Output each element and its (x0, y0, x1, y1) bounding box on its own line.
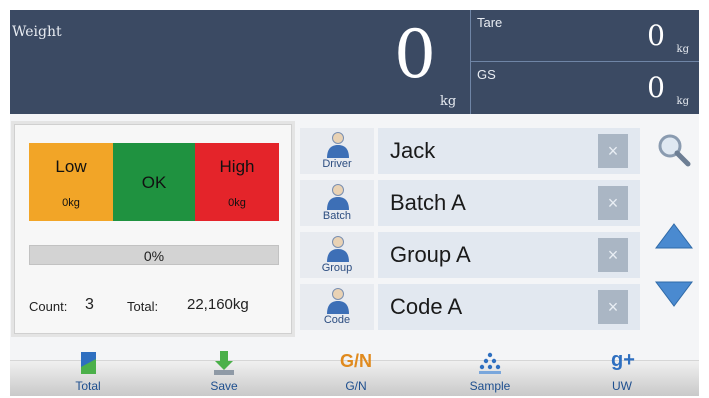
tare-display[interactable]: Tare 0 kg (470, 10, 699, 62)
scale-screen: Weight 0 kg Tare 0 kg GS 0 kg Low 0kg OK… (10, 10, 699, 396)
progress-bar: 0% (29, 245, 279, 265)
total-icon (81, 352, 96, 374)
driver-value: Jack (390, 138, 436, 163)
gs-unit: kg (676, 96, 689, 107)
gn-icon: G/N (339, 351, 372, 371)
clear-group-button[interactable]: × (598, 238, 628, 272)
ok-zone: OK (113, 143, 195, 221)
low-zone: Low 0kg (29, 143, 113, 221)
count-label: Count: (29, 299, 68, 314)
total-label: Total: (127, 299, 159, 314)
batch-row[interactable]: Batch Batch A × (300, 180, 652, 226)
gs-label: GS (477, 67, 496, 82)
weight-value: 0 (394, 16, 436, 93)
clear-driver-button[interactable]: × (598, 134, 628, 168)
total-button[interactable]: Total (48, 349, 128, 397)
code-value: Code A (390, 294, 463, 319)
batch-tag: Batch (322, 210, 352, 222)
uw-label: UW (612, 379, 632, 393)
save-icon (214, 351, 234, 375)
sample-icon (479, 352, 501, 374)
total-label-btn: Total (75, 379, 101, 393)
gs-value: 0 (647, 71, 665, 104)
driver-tag: Driver (322, 158, 352, 170)
driver-button[interactable]: Driver (300, 128, 374, 174)
code-icon (327, 288, 349, 314)
driver-row[interactable]: Driver Jack × (300, 128, 652, 174)
uw-button[interactable]: g+ UW (582, 349, 662, 397)
low-label: Low (55, 157, 87, 176)
sample-label: Sample (469, 379, 511, 393)
weight-label: Weight (12, 24, 62, 40)
scroll-up-icon[interactable] (654, 222, 694, 252)
gs-display[interactable]: GS 0 kg (470, 62, 699, 114)
sample-button[interactable]: Sample (450, 349, 530, 397)
save-button[interactable]: Save (184, 349, 264, 397)
group-value: Group A (390, 242, 471, 267)
clear-code-button[interactable]: × (598, 290, 628, 324)
gn-button[interactable]: G/N G/N (316, 349, 396, 397)
checkweigh-panel[interactable]: Low 0kg OK High 0kg 0% Count: 3 Total: 2… (14, 124, 292, 334)
bottom-toolbar: Total Save G/N G/N Sample g+ UW (10, 349, 699, 396)
uw-icon: g+ (611, 349, 635, 371)
group-button[interactable]: Group (300, 232, 374, 278)
ok-label: OK (141, 173, 167, 192)
tare-label: Tare (477, 15, 503, 30)
group-icon (327, 236, 349, 262)
save-label: Save (210, 379, 238, 393)
tare-unit: kg (676, 44, 689, 55)
scroll-down-icon[interactable] (654, 278, 694, 308)
high-label: High (219, 157, 255, 176)
code-field[interactable]: Code A × (378, 284, 640, 330)
group-field[interactable]: Group A × (378, 232, 640, 278)
clear-batch-button[interactable]: × (598, 186, 628, 220)
search-icon[interactable] (656, 132, 692, 168)
driver-icon (327, 132, 349, 158)
code-button[interactable]: Code (300, 284, 374, 330)
progress-text: 0% (143, 248, 165, 264)
gn-label: G/N (345, 379, 367, 393)
code-tag: Code (323, 314, 351, 326)
weight-display: Weight 0 kg Tare 0 kg GS 0 kg (10, 10, 699, 114)
weight-unit: kg (440, 94, 457, 109)
checkweigh-zones: Low 0kg OK High 0kg (29, 143, 279, 221)
code-row[interactable]: Code Code A × (300, 284, 652, 330)
high-value: 0kg (228, 197, 246, 209)
batch-field[interactable]: Batch A × (378, 180, 640, 226)
group-tag: Group (321, 262, 353, 274)
driver-field[interactable]: Jack × (378, 128, 640, 174)
batch-value: Batch A (390, 190, 466, 215)
batch-icon (327, 184, 349, 210)
tare-value: 0 (647, 19, 665, 52)
group-row[interactable]: Group Group A × (300, 232, 652, 278)
total-value: 22,160kg (187, 296, 249, 313)
high-zone: High 0kg (195, 143, 279, 221)
batch-button[interactable]: Batch (300, 180, 374, 226)
count-value: 3 (85, 296, 94, 313)
low-value: 0kg (62, 197, 80, 209)
